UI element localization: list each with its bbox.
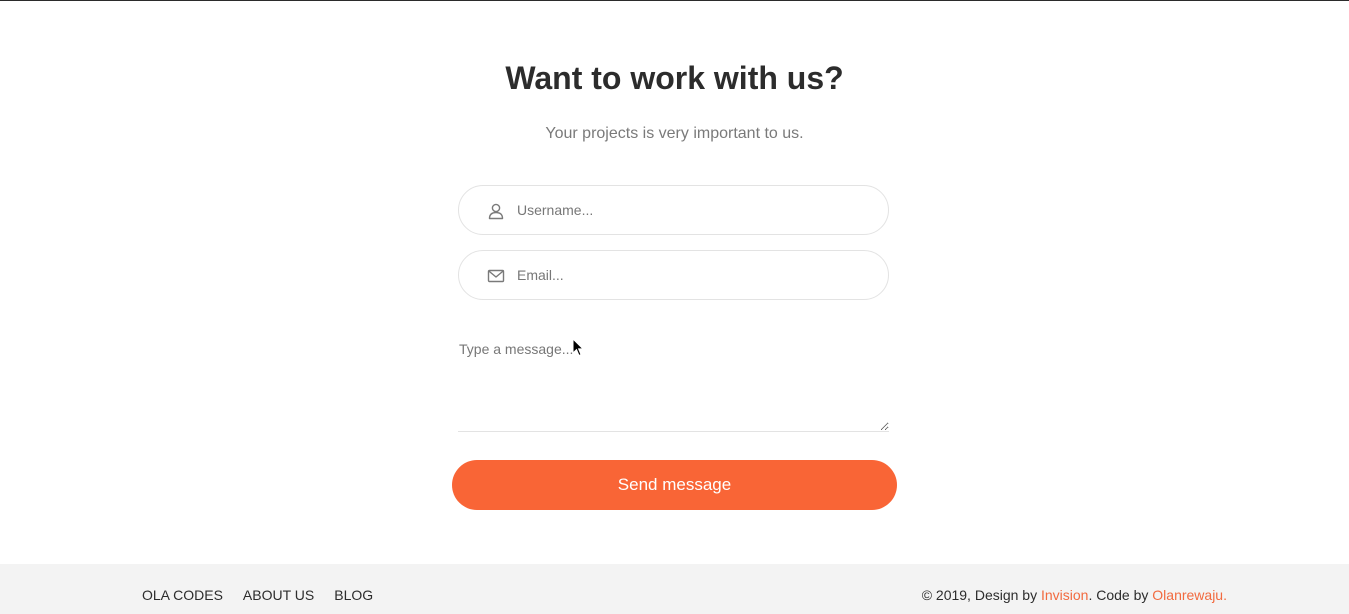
page-title: Want to work with us? xyxy=(505,60,844,96)
envelope-icon xyxy=(487,269,505,283)
top-divider xyxy=(0,0,1349,1)
username-field[interactable] xyxy=(458,185,889,235)
footer-link-about-us[interactable]: ABOUT US xyxy=(243,587,314,603)
copyright-suffix: . xyxy=(1223,587,1227,603)
footer-nav: OLA CODES ABOUT US BLOG xyxy=(142,587,373,603)
page: Want to work with us? Your projects is v… xyxy=(0,0,1349,614)
send-message-button[interactable]: Send message xyxy=(452,460,897,510)
page-subtitle: Your projects is very important to us. xyxy=(545,125,804,142)
email-input[interactable] xyxy=(517,251,867,299)
design-link[interactable]: Invision xyxy=(1041,587,1088,603)
code-by-text: . Code by xyxy=(1088,587,1149,603)
message-textarea[interactable] xyxy=(458,332,889,432)
user-icon xyxy=(488,203,504,220)
email-field[interactable] xyxy=(458,250,889,300)
copyright-prefix: © 2019, Design by xyxy=(921,587,1038,603)
mouse-cursor-icon xyxy=(572,338,584,357)
username-input[interactable] xyxy=(517,186,867,234)
copyright-text: © 2019, Design by Invision. Code by Olan… xyxy=(922,587,1227,603)
footer: OLA CODES ABOUT US BLOG © 2019, Design b… xyxy=(0,564,1349,614)
footer-link-blog[interactable]: BLOG xyxy=(334,587,373,603)
footer-link-ola-codes[interactable]: OLA CODES xyxy=(142,587,223,603)
code-link[interactable]: Olanrewaju xyxy=(1152,587,1223,603)
